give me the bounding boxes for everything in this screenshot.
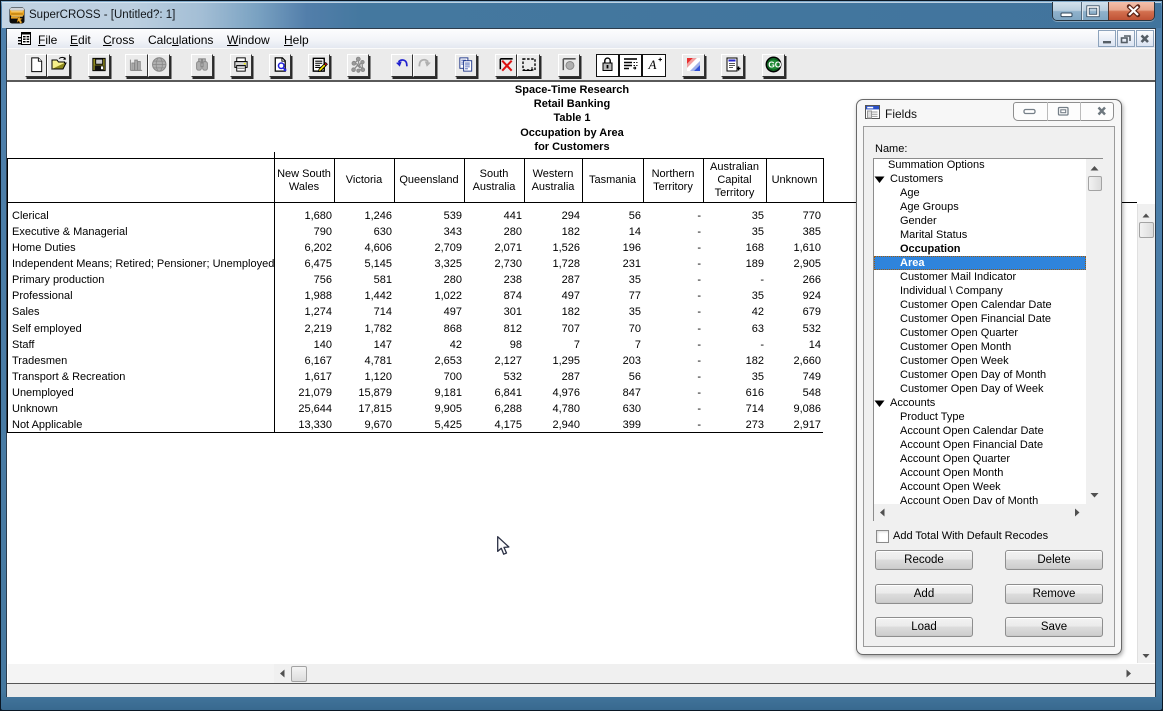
svg-text:GO: GO <box>768 60 782 70</box>
svg-text:A: A <box>648 57 657 72</box>
